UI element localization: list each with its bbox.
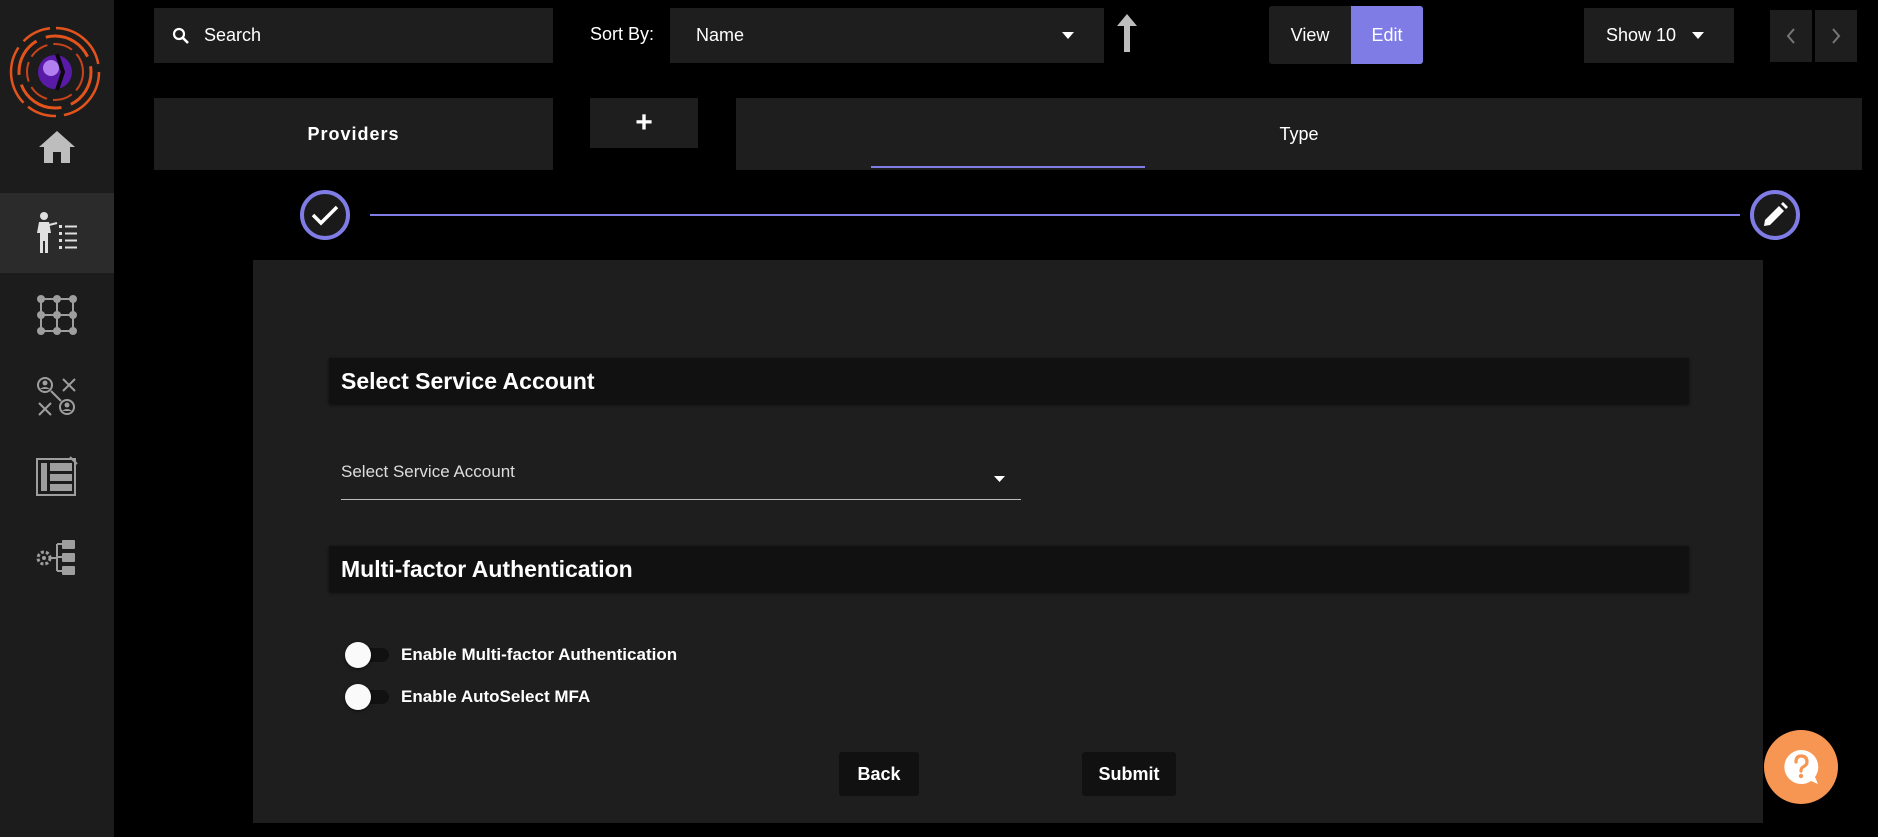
stepper-line [370, 214, 1740, 216]
sidebar-item-user-list[interactable] [0, 193, 114, 273]
page-size-value: Show 10 [1606, 25, 1677, 45]
sidebar-item-settings[interactable] [0, 518, 114, 598]
sidebar-item-grid[interactable] [0, 275, 114, 355]
app-logo[interactable] [7, 24, 103, 120]
chevron-right-icon [1832, 28, 1841, 44]
check-icon [311, 205, 339, 226]
sort-direction-button[interactable] [1115, 14, 1139, 57]
toggle-enable-mfa[interactable]: Enable Multi-factor Authentication [345, 640, 677, 670]
tab-type[interactable]: Type [736, 98, 1862, 170]
form-panel: Select Service Account Select Service Ac… [253, 260, 1763, 823]
caret-down-icon [1062, 32, 1074, 39]
sort-select[interactable]: Name [670, 8, 1104, 63]
sidebar-item-user-network[interactable] [0, 357, 114, 437]
search-box[interactable] [154, 8, 553, 63]
section-title-mfa: Multi-factor Authentication [329, 546, 1689, 592]
sidebar [0, 0, 114, 837]
prev-page-button[interactable] [1770, 10, 1812, 62]
sort-selected-value: Name [696, 25, 745, 45]
search-input[interactable] [204, 25, 534, 46]
submit-button[interactable]: Submit [1082, 752, 1176, 796]
chevron-left-icon [1786, 28, 1795, 44]
user-network-icon [37, 377, 76, 416]
settings-tree-icon [36, 540, 75, 575]
help-button[interactable] [1764, 730, 1838, 804]
autoselect-mfa-switch[interactable] [345, 684, 389, 710]
next-page-button[interactable] [1815, 10, 1857, 62]
sidebar-item-home[interactable] [0, 107, 114, 187]
help-chat-icon [1784, 749, 1819, 784]
user-list-icon [37, 212, 77, 253]
service-account-select[interactable]: Select Service Account [341, 450, 1021, 500]
back-button[interactable]: Back [839, 752, 919, 796]
toggle-autoselect-mfa[interactable]: Enable AutoSelect MFA [345, 682, 590, 712]
tab-active-indicator [871, 166, 1145, 168]
section-title-service-account: Select Service Account [329, 358, 1689, 404]
view-button[interactable]: View [1269, 6, 1351, 64]
toggle-label: Enable AutoSelect MFA [401, 687, 591, 706]
page-size-select[interactable]: Show 10 [1584, 8, 1734, 63]
add-tab-button[interactable]: + [590, 98, 698, 148]
arrow-up-icon [1117, 14, 1137, 52]
pencil-icon [1764, 202, 1788, 226]
home-icon [39, 131, 75, 163]
caret-down-icon [1692, 32, 1704, 39]
service-account-placeholder: Select Service Account [341, 462, 515, 481]
tab-providers[interactable]: Providers [154, 98, 553, 170]
mfa-switch[interactable] [345, 642, 389, 668]
caret-down-icon [994, 476, 1005, 482]
search-icon [172, 27, 189, 44]
step-current[interactable] [1750, 190, 1800, 240]
sort-label: Sort By: [590, 24, 655, 44]
toggle-label: Enable Multi-factor Authentication [401, 645, 678, 664]
layout-panel-icon [36, 456, 78, 496]
grid-nodes-icon [37, 295, 77, 335]
step-completed[interactable] [300, 190, 350, 240]
sidebar-item-layout[interactable] [0, 437, 114, 517]
edit-button[interactable]: Edit [1351, 6, 1423, 64]
view-edit-toggle: View Edit [1269, 6, 1423, 64]
